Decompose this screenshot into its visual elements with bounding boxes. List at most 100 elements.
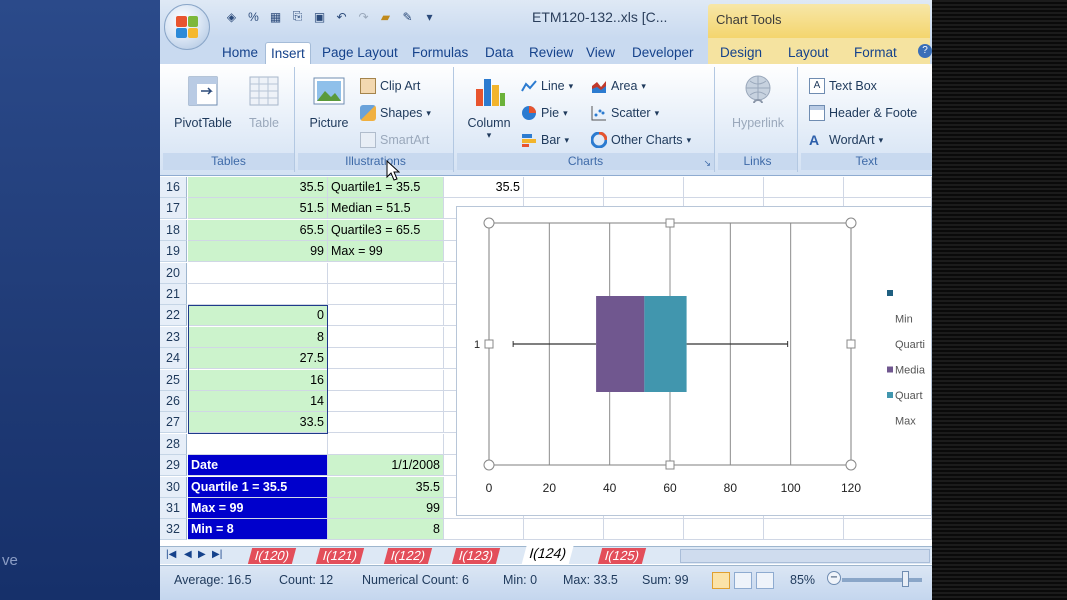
cell-b[interactable]: Quartile 1 = 35.5 <box>188 476 328 498</box>
sheet-tab[interactable]: I(125) <box>597 548 647 564</box>
page-break-view-icon[interactable] <box>756 572 774 589</box>
office-button[interactable] <box>164 4 210 50</box>
paste-icon[interactable]: ⎘ <box>288 7 307 26</box>
row-header[interactable]: 17 <box>160 198 187 220</box>
bar-chart-button[interactable]: Bar ▾ <box>521 131 569 149</box>
cell-b[interactable]: Date <box>188 455 328 477</box>
hyperlink-button[interactable]: Hyperlink <box>722 73 794 130</box>
header-footer-button[interactable]: Header & Foote <box>809 104 917 122</box>
tab-format[interactable]: Format <box>854 42 897 64</box>
cell-b[interactable]: 14 <box>188 391 328 412</box>
cell-c[interactable]: 99 <box>328 498 444 519</box>
row-header[interactable]: 20 <box>160 262 187 284</box>
sheet-tab[interactable]: I(123) <box>451 548 501 564</box>
prev-sheet-icon[interactable]: ◀ <box>184 549 192 560</box>
cell-b[interactable]: 65.5 <box>188 219 328 241</box>
cell-c[interactable]: Median = 51.5 <box>328 198 444 220</box>
tab-developer[interactable]: Developer <box>632 42 694 64</box>
cell-e[interactable] <box>524 519 604 541</box>
row-header[interactable]: 30 <box>160 476 187 498</box>
cell-c[interactable] <box>328 284 444 305</box>
cell-c[interactable] <box>328 391 444 412</box>
cell-d[interactable] <box>444 519 524 541</box>
cell-i[interactable] <box>844 177 932 198</box>
tab-layout[interactable]: Layout <box>788 42 829 64</box>
cell-b[interactable]: 8 <box>188 326 328 348</box>
pivottable-button[interactable]: PivotTable <box>169 73 237 130</box>
zoom-level[interactable]: 85% <box>790 573 815 587</box>
sheet-tab-active[interactable]: I(124) <box>521 545 574 565</box>
zoom-slider-thumb[interactable] <box>902 571 909 587</box>
tab-insert[interactable]: Insert <box>265 42 311 64</box>
cell-c[interactable]: 1/1/2008 <box>328 455 444 477</box>
row-header[interactable]: 19 <box>160 241 187 263</box>
textbox-button[interactable]: A Text Box <box>809 77 877 95</box>
cell-b[interactable]: 16 <box>188 369 328 391</box>
column-chart-button[interactable]: Column ▾ <box>461 73 517 141</box>
tab-view[interactable]: View <box>586 42 615 64</box>
sheet-tab[interactable]: I(122) <box>383 548 433 564</box>
help-icon[interactable]: ? <box>918 44 932 58</box>
smartart-button[interactable]: SmartArt <box>360 131 429 149</box>
cell-h[interactable] <box>764 177 844 198</box>
cell-b[interactable]: 0 <box>188 305 328 327</box>
row-header[interactable]: 25 <box>160 369 187 391</box>
box-plot-chart[interactable]: 0 20 40 60 80 100 120 1 Min Quarti Media Quart Max <box>456 206 932 516</box>
cell-b[interactable] <box>188 433 328 455</box>
area-chart-button[interactable]: Area ▾ <box>591 77 646 95</box>
row-header[interactable]: 22 <box>160 305 187 327</box>
cell-c[interactable] <box>328 305 444 327</box>
qat-dropdown-icon[interactable]: ▾ <box>420 7 439 26</box>
cell-d[interactable]: 35.5 <box>444 177 524 198</box>
cell-c[interactable]: Quartile3 = 65.5 <box>328 219 444 241</box>
picture-button[interactable]: Picture <box>304 73 354 130</box>
cell-f[interactable] <box>604 177 684 198</box>
cell-g[interactable] <box>684 519 764 541</box>
cell-c[interactable] <box>328 433 444 455</box>
page-layout-view-icon[interactable] <box>734 572 752 589</box>
cell-f[interactable] <box>604 519 684 541</box>
cell-c[interactable]: 35.5 <box>328 476 444 498</box>
normal-view-icon[interactable] <box>712 572 730 589</box>
first-sheet-icon[interactable]: |◀ <box>166 549 176 560</box>
sheet-tab[interactable]: I(121) <box>315 548 365 564</box>
tab-data[interactable]: Data <box>485 42 514 64</box>
row-header[interactable]: 18 <box>160 219 187 241</box>
cell-c[interactable]: 8 <box>328 519 444 541</box>
tab-page-layout[interactable]: Page Layout <box>322 42 398 64</box>
shapes-button[interactable]: Shapes ▾ <box>360 104 431 122</box>
zoom-out-icon[interactable]: − <box>827 571 841 585</box>
tab-formulas[interactable]: Formulas <box>412 42 468 64</box>
zoom-slider[interactable] <box>842 578 922 582</box>
save-icon[interactable]: ▣ <box>310 7 329 26</box>
tab-review[interactable]: Review <box>529 42 573 64</box>
pie-chart-button[interactable]: Pie ▾ <box>521 104 568 122</box>
paint-icon[interactable]: ✎ <box>398 7 417 26</box>
cell-h[interactable] <box>764 519 844 541</box>
tab-home[interactable]: Home <box>222 42 258 64</box>
cell-b[interactable]: 33.5 <box>188 412 328 434</box>
row-header[interactable]: 32 <box>160 519 187 541</box>
undo-icon[interactable]: ↶ <box>332 7 351 26</box>
row-header[interactable]: 21 <box>160 284 187 305</box>
sheet-tab[interactable]: I(120) <box>247 548 297 564</box>
cell-c[interactable] <box>328 412 444 434</box>
last-sheet-icon[interactable]: ▶| <box>212 549 222 560</box>
cell-b[interactable]: 27.5 <box>188 348 328 370</box>
row-header[interactable]: 26 <box>160 391 187 412</box>
next-sheet-icon[interactable]: ▶ <box>198 549 206 560</box>
wordart-button[interactable]: A WordArt ▾ <box>809 131 883 149</box>
redo-icon[interactable]: ↷ <box>354 7 373 26</box>
cell-b[interactable]: 51.5 <box>188 198 328 220</box>
charts-dialog-launcher-icon[interactable]: ↘ <box>703 158 711 169</box>
row-header[interactable]: 23 <box>160 326 187 348</box>
cell-b[interactable]: 35.5 <box>188 177 328 198</box>
cell-c[interactable] <box>328 326 444 348</box>
tab-design[interactable]: Design <box>720 42 762 64</box>
folder-icon[interactable]: ▰ <box>376 7 395 26</box>
cell-b[interactable]: 99 <box>188 241 328 263</box>
cell-e[interactable] <box>524 177 604 198</box>
cell-c[interactable]: Max = 99 <box>328 241 444 263</box>
line-chart-button[interactable]: Line ▾ <box>521 77 573 95</box>
grid-icon[interactable]: ▦ <box>266 7 285 26</box>
